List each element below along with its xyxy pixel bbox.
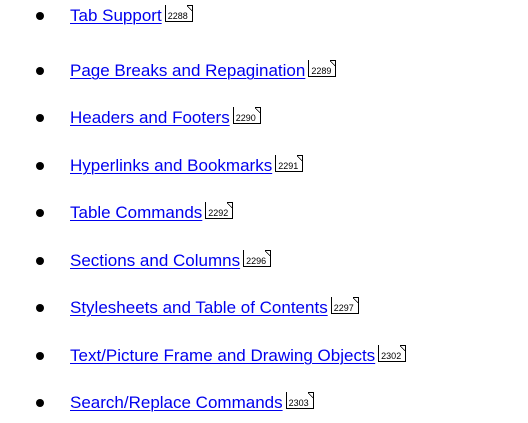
page-reference-icon[interactable]: 2292 xyxy=(205,202,234,219)
list-item: Text/Picture Frame and Drawing Objects 2… xyxy=(0,341,528,371)
topic-link-sections-columns[interactable]: Sections and Columns xyxy=(70,251,240,271)
list-entry: Table Commands 2292 xyxy=(70,198,234,228)
list-entry: Stylesheets and Table of Contents 2297 xyxy=(70,293,359,323)
topic-link-headers-footers[interactable]: Headers and Footers xyxy=(70,108,230,128)
page-reference-icon[interactable]: 2303 xyxy=(285,392,314,409)
bullet-icon xyxy=(36,304,44,312)
list-item: Sections and Columns 2296 xyxy=(0,246,528,276)
bullet-icon xyxy=(36,67,44,75)
list-item: Stylesheets and Table of Contents 2297 xyxy=(0,293,528,323)
bullet-icon xyxy=(36,399,44,407)
topic-link-hyperlinks-bookmarks[interactable]: Hyperlinks and Bookmarks xyxy=(70,156,272,176)
bullet-icon xyxy=(36,12,44,20)
topic-link-stylesheets-toc[interactable]: Stylesheets and Table of Contents xyxy=(70,298,328,318)
list-item: Page Breaks and Repagination 2289 xyxy=(0,56,528,86)
bullet-icon xyxy=(36,352,44,360)
page-reference-icon[interactable]: 2297 xyxy=(330,297,359,314)
list-entry: Text/Picture Frame and Drawing Objects 2… xyxy=(70,341,407,371)
page-reference-icon[interactable]: 2290 xyxy=(232,107,261,124)
topic-link-tab-support[interactable]: Tab Support xyxy=(70,6,162,26)
list-entry: Headers and Footers 2290 xyxy=(70,103,261,133)
page-reference-icon[interactable]: 2289 xyxy=(308,60,337,77)
page-reference-icon[interactable]: 2302 xyxy=(378,345,407,362)
topic-link-search-replace[interactable]: Search/Replace Commands xyxy=(70,393,283,413)
list-item: Tab Support 2288 xyxy=(0,1,528,31)
list-item: Headers and Footers 2290 xyxy=(0,103,528,133)
list-item: Table Commands 2292 xyxy=(0,198,528,228)
list-entry: Tab Support 2288 xyxy=(70,1,193,31)
bullet-icon xyxy=(36,114,44,122)
bullet-icon xyxy=(36,209,44,217)
topic-link-text-picture-frame[interactable]: Text/Picture Frame and Drawing Objects xyxy=(70,346,375,366)
list-entry: Hyperlinks and Bookmarks 2291 xyxy=(70,151,304,181)
list-item: Hyperlinks and Bookmarks 2291 xyxy=(0,151,528,181)
page-reference-icon[interactable]: 2288 xyxy=(164,5,193,22)
topic-link-page-breaks[interactable]: Page Breaks and Repagination xyxy=(70,61,305,81)
page-reference-icon[interactable]: 2296 xyxy=(243,250,272,267)
list-entry: Page Breaks and Repagination 2289 xyxy=(70,56,337,86)
bullet-icon xyxy=(36,162,44,170)
list-item: Search/Replace Commands 2303 xyxy=(0,388,528,418)
list-entry: Sections and Columns 2296 xyxy=(70,246,272,276)
list-entry: Search/Replace Commands 2303 xyxy=(70,388,314,418)
topic-link-table-commands[interactable]: Table Commands xyxy=(70,203,202,223)
page-reference-icon[interactable]: 2291 xyxy=(275,155,304,172)
bullet-icon xyxy=(36,257,44,265)
